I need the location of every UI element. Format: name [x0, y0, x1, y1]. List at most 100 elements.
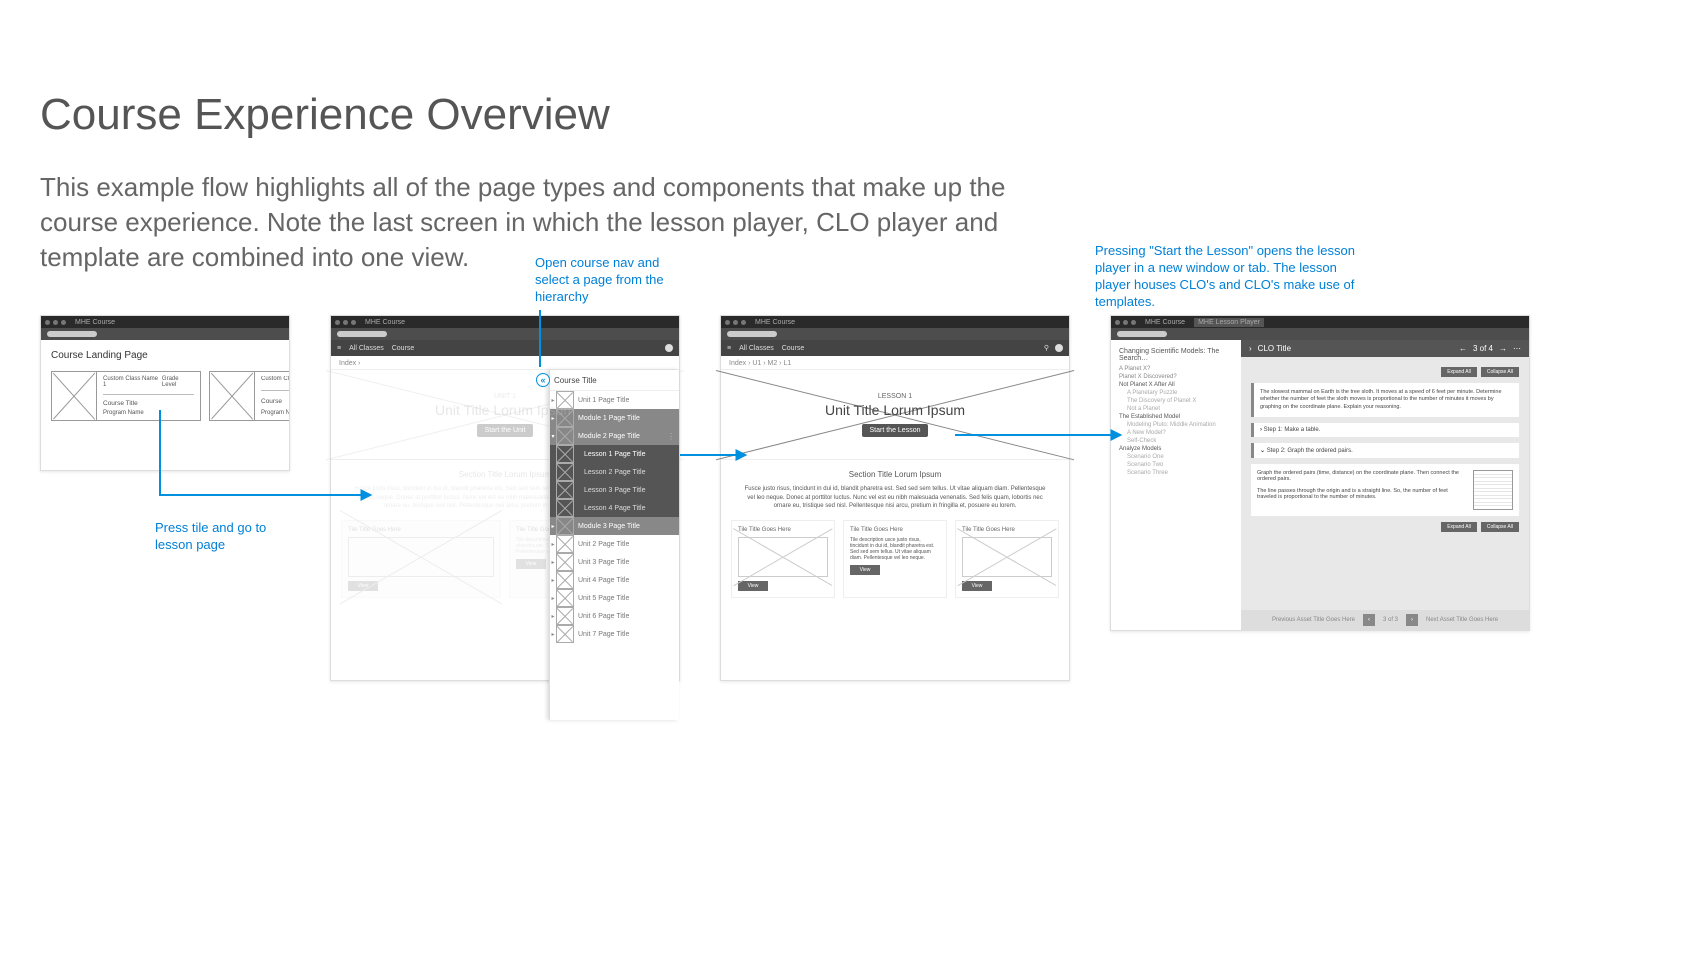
program-name: Program Name: [103, 410, 194, 416]
toc-item[interactable]: Analyze Models: [1119, 446, 1233, 452]
clo-pager: Previous Asset Title Goes Here ‹ 3 of 3 …: [1241, 610, 1529, 630]
breadcrumb[interactable]: Index ›: [331, 356, 679, 370]
toc-item[interactable]: The Discovery of Planet X: [1119, 398, 1233, 404]
forward-arrow-icon[interactable]: →: [1499, 344, 1507, 353]
toc-item[interactable]: Scenario Three: [1119, 470, 1233, 476]
course-title: Course: [261, 398, 289, 405]
toc-item[interactable]: Not a Planet: [1119, 406, 1233, 412]
program-name: Program N: [261, 410, 289, 416]
toc-item[interactable]: Self-Check: [1119, 438, 1233, 444]
url-bar: [721, 328, 1069, 340]
appbar-classes[interactable]: All Classes: [349, 345, 384, 352]
clo-title: CLO Title: [1258, 344, 1291, 353]
toc-item[interactable]: Not Planet X After All: [1119, 382, 1233, 388]
collapse-all-button[interactable]: Collapse All: [1481, 367, 1519, 377]
toc-item[interactable]: A Planetary Puzzle: [1119, 390, 1233, 396]
window-titlebar: MHE Course MHE Lesson Player: [1111, 316, 1529, 328]
window-titlebar: MHE Course: [331, 316, 679, 328]
avatar-icon[interactable]: [665, 344, 673, 352]
content-tile[interactable]: Tile Title Goes Here View: [731, 520, 835, 598]
content-tile[interactable]: Tile Title Goes Here View: [955, 520, 1059, 598]
step-1[interactable]: › Step 1: Make a table.: [1251, 423, 1519, 437]
drawer-row[interactable]: ▸Unit 2 Page Title: [550, 535, 679, 553]
pager-next-button[interactable]: ›: [1406, 614, 1418, 626]
drawer-row[interactable]: ▸Module 3 Page Title: [550, 517, 679, 535]
page-title: Course Experience Overview: [40, 90, 1652, 140]
appbar-classes[interactable]: All Classes: [739, 345, 774, 352]
expand-all-button[interactable]: Expand All: [1441, 367, 1477, 377]
drawer-title: Course Title: [554, 376, 597, 385]
panel-landing: MHE Course Course Landing Page Custom Cl…: [40, 315, 290, 471]
tab-label: MHE Course: [365, 319, 405, 326]
drawer-rows: ▸Unit 1 Page Title▸Module 1 Page Title▾M…: [550, 391, 679, 643]
panel-clo-player: MHE Course MHE Lesson Player Changing Sc…: [1110, 315, 1530, 631]
drawer-row[interactable]: ▸Unit 6 Page Title: [550, 607, 679, 625]
step-2-instruction: Graph the ordered pairs (time, distance)…: [1257, 470, 1467, 482]
view-button[interactable]: View: [738, 581, 768, 591]
appbar-course[interactable]: Course: [782, 345, 805, 352]
drawer-row[interactable]: Lesson 1 Page Title: [550, 445, 679, 463]
drawer-row[interactable]: Lesson 4 Page Title: [550, 499, 679, 517]
appbar-course[interactable]: Course: [392, 345, 415, 352]
drawer-row[interactable]: ▾Module 2 Page Title⋮: [550, 427, 679, 445]
toc-heading: Changing Scientific Models: The Search…: [1119, 348, 1233, 362]
hamburger-icon[interactable]: ≡: [727, 345, 731, 352]
toc-item[interactable]: Scenario Two: [1119, 462, 1233, 468]
lesson-hero: LESSON 1 Unit Title Lorum Ipsum Start th…: [721, 370, 1069, 460]
window-titlebar: MHE Course: [721, 316, 1069, 328]
step-2[interactable]: ⌄ Step 2: Graph the ordered pairs.: [1251, 443, 1519, 458]
clo-titlebar: › CLO Title ← 3 of 4 → ⋯: [1241, 340, 1529, 357]
avatar-icon[interactable]: [1055, 344, 1063, 352]
tile-title: Tile Title Goes Here: [962, 527, 1052, 533]
app-bar: ≡ All Classes Course: [331, 340, 679, 356]
view-button[interactable]: View: [850, 565, 880, 575]
class-name: Custom Cla: [261, 376, 289, 382]
toc-item[interactable]: Modeling Pluto: Middle Animation: [1119, 422, 1233, 428]
course-tile[interactable]: Custom Cla Course Program N: [209, 371, 289, 421]
drawer-row[interactable]: Lesson 2 Page Title: [550, 463, 679, 481]
breadcrumb[interactable]: Index › U1 › M2 › L1: [721, 356, 1069, 370]
placeholder-image: [738, 537, 828, 577]
toc-item[interactable]: The Established Model: [1119, 414, 1233, 420]
drawer-row[interactable]: ▸Unit 7 Page Title: [550, 625, 679, 643]
class-name: Custom Class Name 1: [103, 376, 162, 388]
more-icon[interactable]: ⋯: [1513, 344, 1521, 353]
start-unit-button[interactable]: Start the Unit: [477, 424, 534, 437]
panel-lesson: MHE Course ≡ All Classes Course ⚲ Index …: [720, 315, 1070, 681]
expand-all-button[interactable]: Expand All: [1441, 522, 1477, 532]
step-2-note: The line passes through the origin and i…: [1257, 488, 1467, 500]
lesson-title: Unit Title Lorum Ipsum: [825, 402, 965, 418]
collapse-all-button[interactable]: Collapse All: [1481, 522, 1519, 532]
tile-title: Tile Title Goes Here: [738, 527, 828, 533]
back-arrow-icon[interactable]: ←: [1459, 344, 1467, 353]
landing-heading: Course Landing Page: [51, 350, 279, 361]
start-lesson-button[interactable]: Start the Lesson: [862, 424, 929, 437]
placeholder-image: [962, 537, 1052, 577]
unit-kicker: UNIT 1: [494, 393, 516, 400]
pager-prev-label: Previous Asset Title Goes Here: [1272, 617, 1355, 623]
unit-title: Unit Title Lorum Ipsum: [435, 402, 575, 418]
drawer-row[interactable]: Lesson 3 Page Title: [550, 481, 679, 499]
course-nav-drawer: « Course Title ▸Unit 1 Page Title▸Module…: [549, 370, 679, 720]
toc-item[interactable]: A Planet X?: [1119, 366, 1233, 372]
course-tile[interactable]: Custom Class Name 1Grade Level Course Ti…: [51, 371, 201, 421]
content-tile[interactable]: Tile Title Goes Here View: [341, 520, 501, 598]
view-button[interactable]: View: [962, 581, 992, 591]
view-button[interactable]: View: [516, 559, 546, 569]
chevron-right-icon[interactable]: ›: [1249, 344, 1252, 353]
pager-prev-button[interactable]: ‹: [1363, 614, 1375, 626]
drawer-row[interactable]: ▸Unit 3 Page Title: [550, 553, 679, 571]
url-bar: [41, 328, 289, 340]
toc-item[interactable]: A New Model?: [1119, 430, 1233, 436]
section-title: Section Title Lorum Ipsum: [721, 470, 1069, 479]
drawer-row[interactable]: ▸Unit 5 Page Title: [550, 589, 679, 607]
hamburger-icon[interactable]: ≡: [337, 345, 341, 352]
pager-next-label: Next Asset Title Goes Here: [1426, 617, 1498, 623]
toc-item[interactable]: Planet X Discovered?: [1119, 374, 1233, 380]
window-titlebar: MHE Course: [41, 316, 289, 328]
url-bar: [331, 328, 679, 340]
content-tile[interactable]: Tile Title Goes Here Tile description us…: [843, 520, 947, 598]
toc-item[interactable]: Scenario One: [1119, 454, 1233, 460]
drawer-row[interactable]: ▸Unit 4 Page Title: [550, 571, 679, 589]
page-intro: This example flow highlights all of the …: [40, 170, 1020, 275]
